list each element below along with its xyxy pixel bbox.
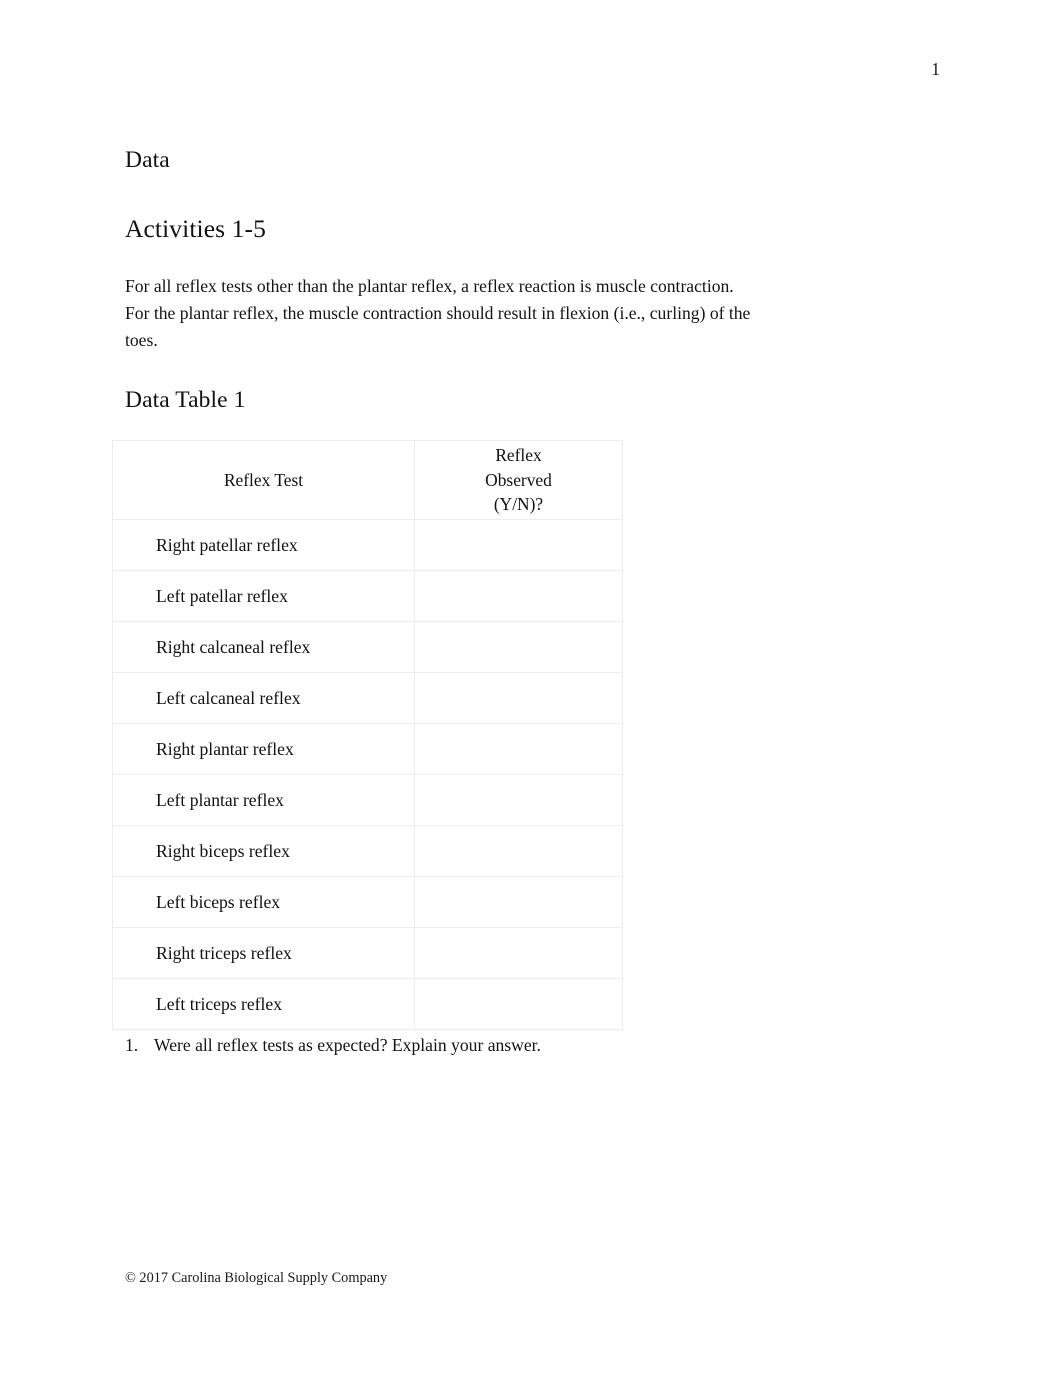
heading-data-table: Data Table 1: [125, 386, 246, 413]
cell-reflex-observed[interactable]: [414, 518, 623, 571]
question-text: Were all reflex tests as expected? Expla…: [154, 1035, 541, 1055]
column-header-reflex-observed: Reflex Observed (Y/N)?: [414, 440, 623, 520]
table-row: Left calcaneal reflex: [112, 671, 623, 724]
table-row: Right plantar reflex: [112, 722, 623, 775]
cell-reflex-test: Left calcaneal reflex: [112, 671, 415, 724]
footer-copyright: © 2017 Carolina Biological Supply Compan…: [125, 1270, 388, 1286]
cell-reflex-observed[interactable]: [414, 620, 623, 673]
cell-reflex-test: Left patellar reflex: [112, 569, 415, 622]
document-page: 1 Data Activities 1-5 For all reflex tes…: [0, 0, 1062, 1376]
question-number: 1.: [125, 1035, 139, 1055]
table-row: Left biceps reflex: [112, 875, 623, 928]
table-header: Reflex Test Reflex Observed (Y/N)?: [112, 440, 623, 520]
heading-activities: Activities 1-5: [125, 214, 266, 243]
cell-reflex-observed[interactable]: [414, 773, 623, 826]
table-row: Right biceps reflex: [112, 824, 623, 877]
cell-reflex-test: Right triceps reflex: [112, 926, 415, 979]
question-list: 1. Were all reflex tests as expected? Ex…: [125, 1032, 935, 1059]
cell-reflex-test: Right calcaneal reflex: [112, 620, 415, 673]
table-row: Right calcaneal reflex: [112, 620, 623, 673]
document-body: Data Activities 1-5 For all reflex tests…: [125, 145, 935, 415]
column-header-reflex-test: Reflex Test: [112, 440, 415, 520]
cell-reflex-test: Right biceps reflex: [112, 824, 415, 877]
table-row: Left triceps reflex: [112, 977, 623, 1030]
cell-reflex-test: Right patellar reflex: [112, 518, 415, 571]
table-header-row: Reflex Test Reflex Observed (Y/N)?: [112, 440, 623, 520]
heading-data: Data: [125, 147, 170, 173]
page-number: 1: [931, 59, 940, 79]
cell-reflex-observed[interactable]: [414, 569, 623, 622]
cell-reflex-test: Left plantar reflex: [112, 773, 415, 826]
intro-paragraph: For all reflex tests other than the plan…: [125, 276, 751, 351]
column-header-line-2: Observed: [485, 469, 552, 490]
table-row: Right triceps reflex: [112, 926, 623, 979]
table-body: Right patellar reflex Left patellar refl…: [112, 518, 623, 1030]
table-row: Right patellar reflex: [112, 518, 623, 571]
data-table-1: Reflex Test Reflex Observed (Y/N)? Right…: [112, 440, 623, 1030]
cell-reflex-test: Right plantar reflex: [112, 722, 415, 775]
list-item: 1. Were all reflex tests as expected? Ex…: [125, 1032, 935, 1059]
cell-reflex-observed[interactable]: [414, 722, 623, 775]
cell-reflex-observed[interactable]: [414, 824, 623, 877]
cell-reflex-observed[interactable]: [414, 875, 623, 928]
cell-reflex-observed[interactable]: [414, 671, 623, 724]
cell-reflex-observed[interactable]: [414, 977, 623, 1030]
table-row: Left patellar reflex: [112, 569, 623, 622]
column-header-line-1: Reflex: [495, 445, 542, 465]
column-header-line-3: (Y/N)?: [493, 494, 544, 514]
cell-reflex-observed[interactable]: [414, 926, 623, 979]
data-table-1-container: Reflex Test Reflex Observed (Y/N)? Right…: [112, 440, 623, 1030]
cell-reflex-test: Left triceps reflex: [112, 977, 415, 1030]
table-row: Left plantar reflex: [112, 773, 623, 826]
cell-reflex-test: Left biceps reflex: [112, 875, 415, 928]
